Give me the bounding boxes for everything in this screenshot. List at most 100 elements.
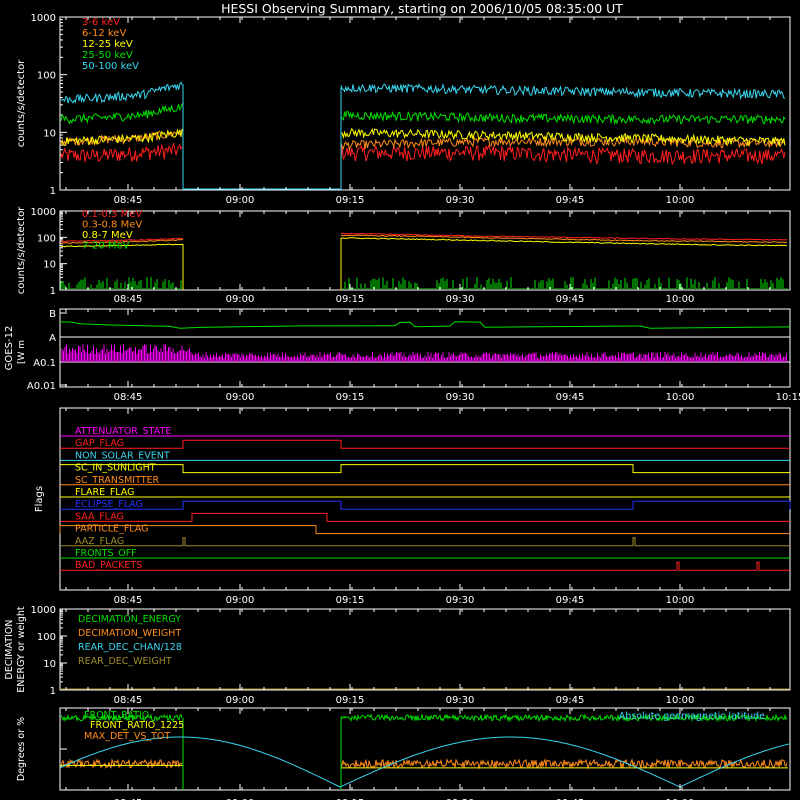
panel-5-legend-entry: REAR_DEC_WEIGHT — [78, 656, 172, 667]
panel-5-legend-entry: DECIMATION_ENERGY — [78, 614, 181, 625]
flag-label: GAP_FLAG — [75, 438, 124, 449]
panel-5-tick-label: 09:15 — [336, 695, 365, 706]
panel-4-tick-label: 09:15 — [336, 595, 365, 606]
panel-6-series-line — [340, 758, 788, 770]
panel-2-ytick-label: 1000 — [31, 207, 56, 218]
panel-3-ytick-label: A — [49, 333, 56, 344]
panel-1-legend-entry: 50-100 keV — [82, 61, 139, 72]
panel-2-legend-entry: 0.1-0.3 MeV — [82, 209, 142, 220]
panel-1-tick-label: 08:45 — [114, 195, 143, 206]
flag-label: ATTENUATOR_STATE — [75, 426, 171, 437]
panel-3-ylabel: GOES-12 — [4, 326, 15, 371]
flag-line — [60, 561, 790, 571]
panel-2-frame — [59, 210, 791, 291]
panel-1-ytick-label: 1000 — [31, 13, 56, 24]
flag-line — [60, 439, 790, 449]
panel-3-tick-label: 10:15 — [776, 392, 800, 403]
panel-1-series-line — [60, 81, 183, 104]
panel-1-frame — [59, 16, 791, 191]
panel-2-legend-entry: 0.8-7 MeV — [82, 230, 133, 241]
panel-2-ylabel: counts/s/detector — [16, 206, 27, 294]
flag-line — [60, 512, 790, 522]
panel-1-ylabel: counts/s/detector — [16, 59, 27, 147]
panel-2-tick-label: 10:00 — [666, 294, 695, 305]
panel-2-ytick-label: 100 — [37, 233, 56, 244]
panel-5-legend-entry: DECIMATION_WEIGHT — [78, 628, 181, 639]
flag-label: SAA_FLAG — [75, 511, 124, 522]
panel-3-ylabel-units: [W m — [17, 340, 27, 364]
panel-5-legend-entry: REAR_DEC_CHAN/128 — [78, 642, 182, 653]
panel-1-legend-entry: 6-12 keV — [82, 28, 126, 39]
panel-3-ytick-label: A0.1 — [33, 358, 56, 369]
panel-6-legend-entry: MAX_DET_VS_TOT — [84, 731, 170, 742]
panel-3-tick-label: 09:00 — [226, 392, 255, 403]
panel-3-series-line — [59, 321, 791, 329]
flag-line — [60, 500, 791, 510]
flag-label: FRONTS_OFF — [75, 548, 137, 559]
panel-2-ytick-label: 10 — [43, 260, 56, 271]
panel-1-tick-label: 09:30 — [446, 195, 475, 206]
flag-line — [60, 464, 790, 474]
panel-1-ytick-label: 100 — [37, 71, 56, 82]
panel-1-series-line — [340, 144, 786, 166]
panel-5-ytick-label: 10 — [43, 659, 56, 670]
panel-2-tick-label: 09:45 — [556, 294, 585, 305]
panel-1-series-line — [340, 82, 786, 101]
panel-3-tick-label: 08:45 — [114, 392, 143, 403]
panel-1-series-line — [60, 103, 183, 125]
panel-1-tick-label: 09:00 — [226, 195, 255, 206]
panel-1-ytick-label: 10 — [43, 128, 56, 139]
panel-5-tick-label: 08:45 — [114, 695, 143, 706]
flag-label: ECLIPSE_FLAG — [75, 499, 143, 510]
panel-5-tick-label: 10:00 — [666, 695, 695, 706]
panel-5-ylabel: DECIMATION — [4, 620, 15, 680]
panel-1-series-line — [60, 128, 183, 147]
panel-1-legend-entry: 25-50 keV — [82, 50, 133, 61]
panel-2-ytick-label: 1 — [50, 286, 56, 297]
panel-6-legend-entry: FRONT_RATIO_1225 — [90, 720, 184, 731]
panel-4-tick-label: 09:30 — [446, 595, 475, 606]
panel-2-tick-label: 09:30 — [446, 294, 475, 305]
chart-title: HESSI Observing Summary, starting on 200… — [221, 1, 623, 16]
panel-3-ytick-label: B — [49, 309, 56, 320]
panel-1-series-line — [60, 142, 183, 162]
flag-line — [60, 537, 790, 547]
panel-2-tick-label: 08:45 — [114, 294, 143, 305]
panel-6-series-line — [60, 758, 183, 769]
flag-label: NON_SOLAR_EVENT — [75, 450, 170, 461]
panel-3-ytick-label: A0.01 — [27, 381, 56, 392]
panel-3-tick-label: 10:00 — [666, 392, 695, 403]
flag-line — [59, 525, 790, 535]
panel-3-tick-label: 09:45 — [556, 392, 585, 403]
panel-2-tick-label: 09:00 — [226, 294, 255, 305]
panel-5-ytick-label: 1000 — [31, 605, 56, 616]
panel-1-tick-label: 10:00 — [666, 195, 695, 206]
panel-4-tick-label: 08:45 — [114, 595, 143, 606]
panel-3-tick-label: 09:15 — [336, 392, 365, 403]
panel-1-tick-label: 09:45 — [556, 195, 585, 206]
panel-5-ytick-label: 1 — [50, 686, 56, 697]
panel-4-tick-label: 09:45 — [556, 595, 585, 606]
panel-2-series-line — [60, 277, 788, 289]
panel-5-tick-label: 09:30 — [446, 695, 475, 706]
panel-5-tick-label: 09:45 — [556, 695, 585, 706]
panel-1-legend-entry: 12-25 keV — [82, 39, 133, 50]
flag-label: BAD_PACKETS — [75, 560, 142, 571]
panel-2-legend-entry: 0.3-0.8 MeV — [82, 220, 142, 231]
panel-4-tick-label: 10:00 — [666, 595, 695, 606]
panel-1-tick-label: 09:15 — [336, 195, 365, 206]
panel-4-tick-label: 09:00 — [226, 595, 255, 606]
hessi-summary-chart: HESSI Observing Summary, starting on 200… — [4, 1, 800, 800]
panel-1-series-line — [340, 110, 786, 126]
panel-2-tick-label: 09:15 — [336, 294, 365, 305]
flag-label: SC_TRANSMITTER — [75, 475, 160, 486]
panel-6-ylabel: Degrees or % — [16, 717, 27, 781]
panel-5-tick-label: 09:00 — [226, 695, 255, 706]
flag-label: FLARE_FLAG — [75, 487, 135, 498]
panel-6-legend-entry: Absolute geomagnetic latitude — [619, 711, 765, 722]
flag-label: AAZ_FLAG — [75, 536, 124, 547]
panel-1-ytick-label: 1 — [50, 186, 56, 197]
panel-4-ylabel: Flags — [34, 486, 45, 512]
panel-3-tick-label: 09:30 — [446, 392, 475, 403]
panel-5-ylabel: ENERGY or weight — [16, 606, 27, 692]
